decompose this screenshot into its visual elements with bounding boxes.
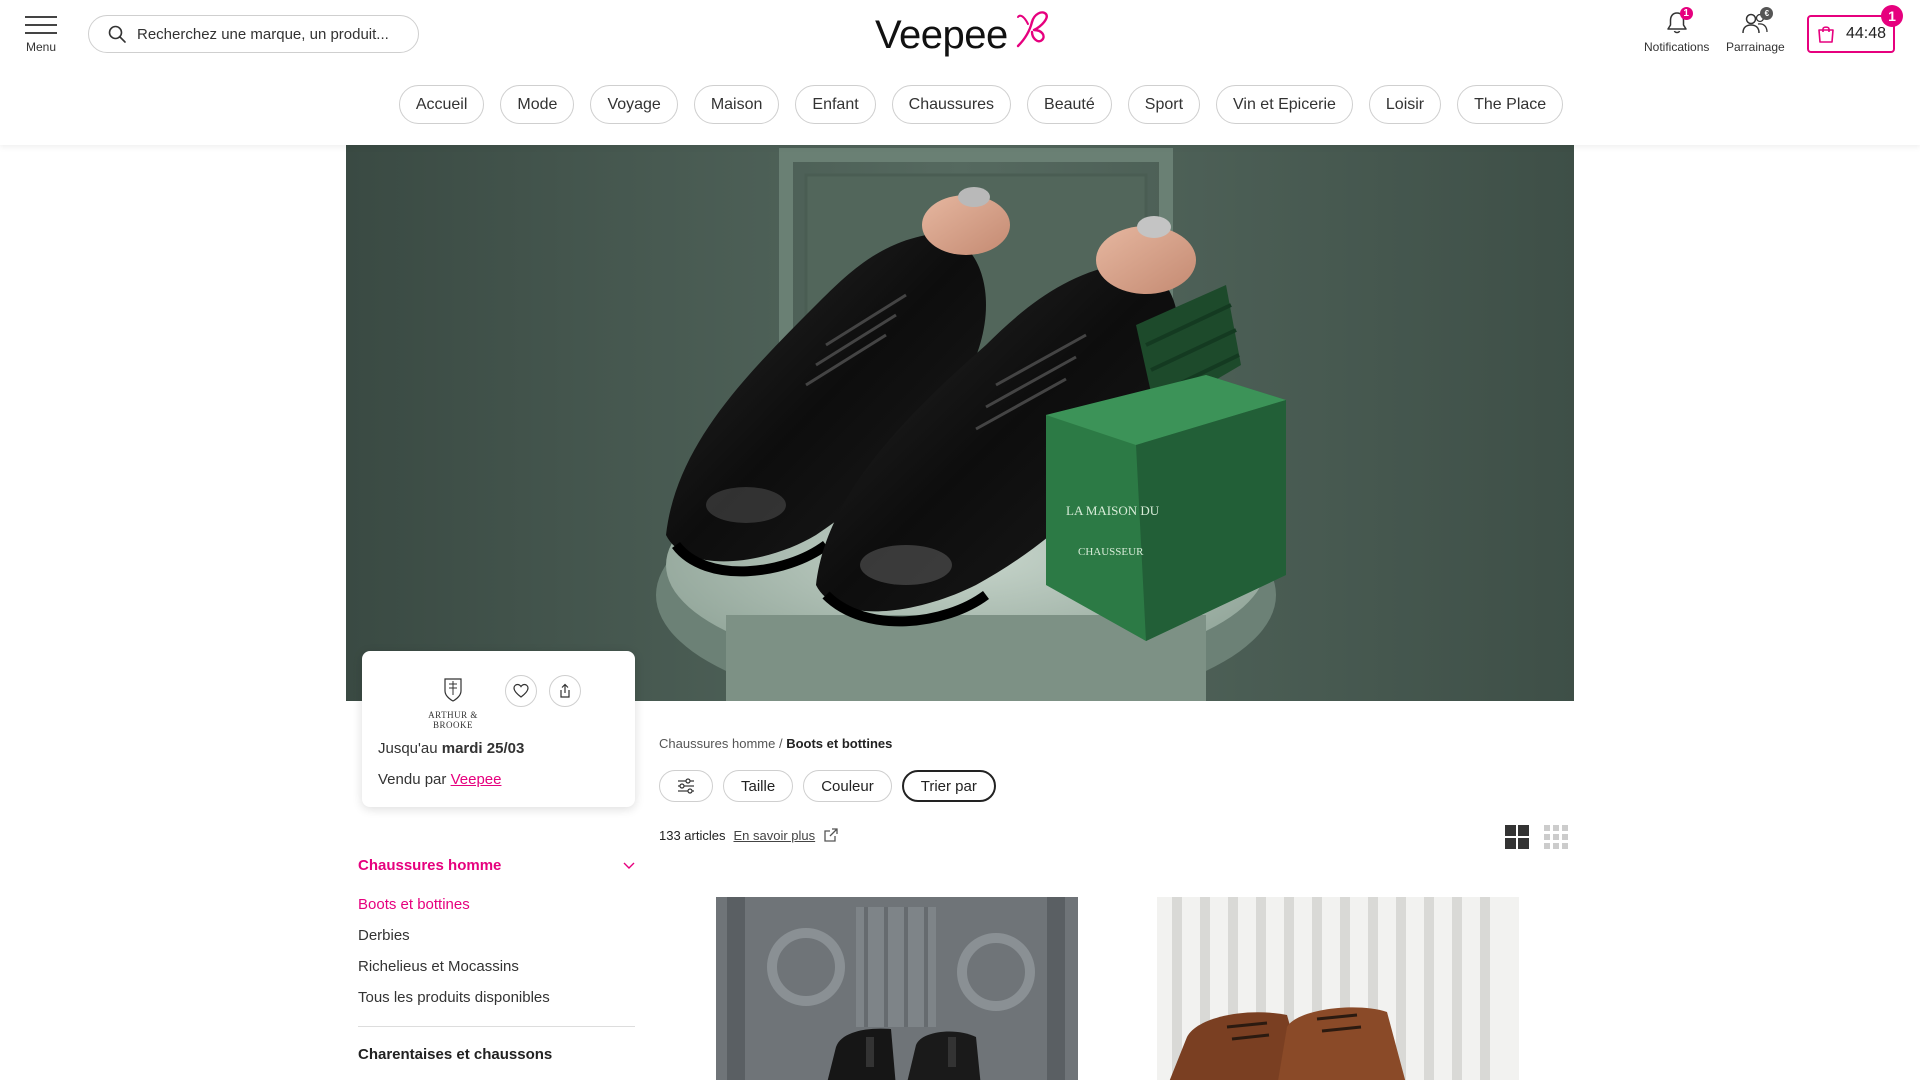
referral-button[interactable]: € Parrainage — [1726, 7, 1785, 54]
breadcrumb-current: Boots et bottines — [786, 736, 893, 751]
nav-accueil[interactable]: Accueil — [398, 85, 485, 124]
small-grid-view-toggle[interactable] — [1544, 825, 1568, 849]
product-card[interactable] — [716, 897, 1078, 1080]
shopping-bag-icon — [1818, 26, 1834, 43]
nav-maison[interactable]: Maison — [693, 85, 780, 124]
brand-name: ARTHUR & BROOKE — [428, 710, 478, 730]
menu-button[interactable]: Menu — [24, 16, 58, 54]
brand-crest-icon — [444, 678, 462, 702]
sidebar-category-title: Chaussures homme — [358, 857, 502, 874]
cart-count-badge: 1 — [1881, 5, 1903, 27]
nav-beaute[interactable]: Beauté — [1027, 85, 1112, 124]
filters-button[interactable] — [659, 770, 713, 802]
sidebar-divider — [358, 1026, 635, 1027]
grid-small-icon — [1544, 825, 1568, 849]
search-icon — [108, 25, 126, 43]
nav-chaussures[interactable]: Chaussures — [891, 85, 1012, 124]
results-count: 133 articles — [659, 827, 726, 843]
brand-card: ARTHUR & BROOKE Jusqu'au mardi 25/03 Ven… — [362, 651, 635, 807]
sale-end-date: Jusqu'au mardi 25/03 — [378, 740, 524, 757]
nav-loisir[interactable]: Loisir — [1368, 85, 1442, 124]
share-icon — [560, 683, 570, 698]
heart-icon — [513, 683, 529, 698]
sidebar-item-derbies[interactable]: Derbies — [358, 926, 635, 957]
hero-banner: LA MAISON DU CHAUSSEUR — [346, 145, 1574, 701]
learn-more-link[interactable]: En savoir plus — [733, 828, 815, 843]
cart-button[interactable]: 44:48 1 — [1807, 5, 1903, 53]
search-bar[interactable] — [88, 15, 419, 53]
product-image-black-chelsea-boot — [716, 897, 1078, 1080]
cart-timer: 44:48 — [1845, 25, 1887, 42]
grid-large-icon — [1505, 825, 1529, 849]
menu-label: Menu — [25, 40, 57, 54]
results-row: 133 articles En savoir plus — [659, 827, 839, 843]
sidebar-item-richelieus[interactable]: Richelieus et Mocassins — [358, 957, 635, 988]
hero-shoes-illustration: LA MAISON DU CHAUSSEUR — [346, 145, 1574, 701]
nav-vin-epicerie[interactable]: Vin et Epicerie — [1216, 85, 1353, 124]
site-header: Menu Veepee 1 Notifications — [0, 0, 1920, 145]
external-link-icon[interactable] — [823, 827, 839, 843]
sort-button[interactable]: Trier par — [901, 770, 996, 802]
color-filter-button[interactable]: Couleur — [803, 770, 892, 802]
box-text-bottom: CHAUSSEUR — [1078, 546, 1144, 558]
sliders-icon — [678, 778, 694, 794]
nav-the-place[interactable]: The Place — [1457, 85, 1564, 124]
nav-sport[interactable]: Sport — [1127, 85, 1201, 124]
sidebar-subcategories: Boots et bottines Derbies Richelieus et … — [358, 895, 635, 1019]
filter-bar: Taille Couleur Trier par — [659, 770, 996, 802]
seller-link[interactable]: Veepee — [451, 771, 502, 788]
referral-badge: € — [1760, 7, 1774, 20]
search-input[interactable] — [137, 25, 407, 43]
size-filter-button[interactable]: Taille — [723, 770, 794, 802]
category-nav: Accueil Mode Voyage Maison Enfant Chauss… — [0, 85, 1920, 124]
favorite-button[interactable] — [505, 675, 537, 707]
share-button[interactable] — [549, 675, 581, 707]
breadcrumb-separator: / — [778, 736, 783, 751]
product-image-brown-chukka-boot — [1157, 897, 1519, 1080]
chevron-down-icon — [623, 862, 635, 869]
large-grid-view-toggle[interactable] — [1505, 825, 1529, 849]
notifications-badge: 1 — [1679, 7, 1693, 20]
breadcrumb-parent[interactable]: Chaussures homme — [659, 736, 775, 751]
sidebar-item-boots[interactable]: Boots et bottines — [358, 895, 635, 926]
product-card[interactable] — [1157, 897, 1519, 1080]
box-text-top: LA MAISON DU — [1066, 503, 1160, 518]
sidebar-item-all[interactable]: Tous les produits disponibles — [358, 988, 635, 1019]
until-date: mardi 25/03 — [441, 740, 525, 757]
until-prefix: Jusqu'au — [378, 740, 438, 757]
nav-voyage[interactable]: Voyage — [590, 85, 678, 124]
hamburger-icon — [24, 16, 58, 34]
nav-enfant[interactable]: Enfant — [795, 85, 876, 124]
butterfly-logo-icon — [1016, 11, 1048, 48]
notifications-label: Notifications — [1644, 40, 1710, 54]
notifications-button[interactable]: 1 Notifications — [1644, 7, 1710, 54]
logo-text: Veepee — [875, 13, 1008, 57]
brand-logo[interactable]: ARTHUR & BROOKE — [408, 675, 498, 730]
sidebar-category-toggle[interactable]: Chaussures homme — [358, 857, 635, 874]
veepee-logo[interactable]: Veepee — [875, 8, 1055, 58]
sold-prefix: Vendu par — [378, 771, 447, 788]
nav-mode[interactable]: Mode — [500, 85, 575, 124]
referral-label: Parrainage — [1726, 40, 1785, 54]
sidebar-category-charentaises[interactable]: Charentaises et chaussons — [358, 1046, 552, 1063]
sold-by: Vendu par Veepee — [378, 771, 501, 788]
breadcrumb: Chaussures homme / Boots et bottines — [659, 736, 892, 751]
